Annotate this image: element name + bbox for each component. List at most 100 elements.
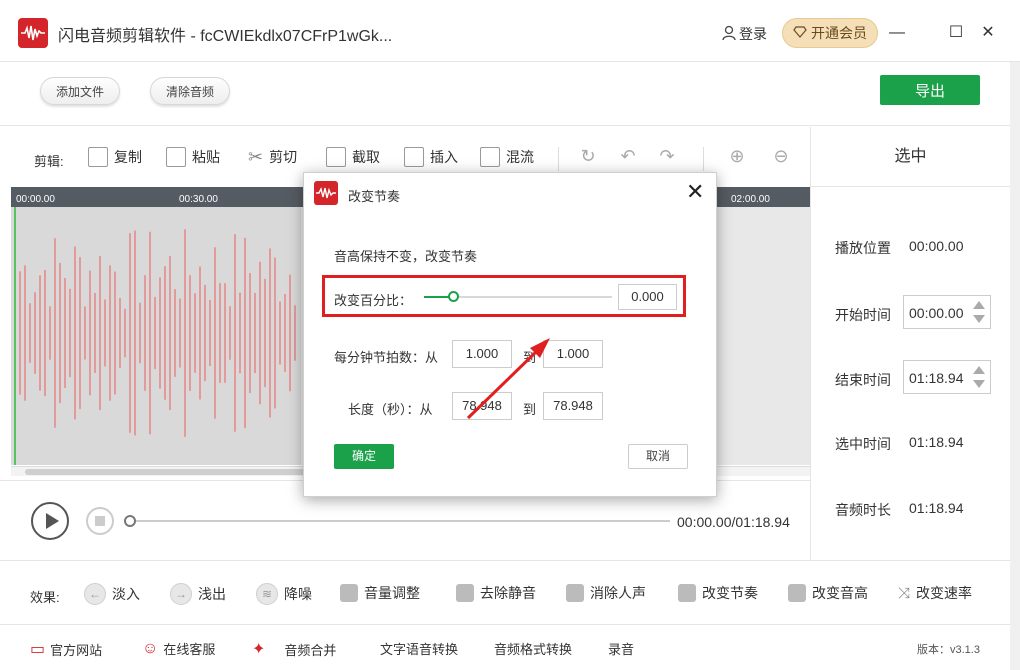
- end-time-stepper[interactable]: 01:18.94: [903, 360, 991, 394]
- redo-icon[interactable]: ↷: [656, 145, 678, 167]
- ok-button[interactable]: 确定: [334, 444, 394, 469]
- minimize-button[interactable]: —: [886, 22, 908, 44]
- stepper-down-icon[interactable]: [973, 315, 985, 323]
- percent-slider-knob[interactable]: [448, 291, 459, 302]
- remove-silence-button[interactable]: 去除静音: [456, 583, 536, 603]
- toolbar-divider: [558, 147, 559, 171]
- undo-icon[interactable]: ↶: [617, 145, 639, 167]
- change-pitch-label: 改变音高: [812, 585, 868, 601]
- fade-in-button[interactable]: ← 淡入: [84, 583, 140, 605]
- cancel-button[interactable]: 取消: [628, 444, 688, 469]
- waveform-bar: [274, 257, 276, 409]
- stepper-up-icon[interactable]: [973, 301, 985, 309]
- volume-button[interactable]: 音量调整: [340, 583, 420, 603]
- end-time-label: 结束时间: [835, 372, 891, 388]
- audio-merge-label: 音频合并: [284, 642, 337, 658]
- remove-vocals-button[interactable]: 消除人声: [566, 583, 646, 603]
- format-convert-label: 音频格式转换: [494, 642, 573, 657]
- clear-audio-button[interactable]: 清除音频: [150, 77, 230, 105]
- window-scrollbar[interactable]: [1010, 62, 1020, 670]
- play-position-value: 00:00.00: [909, 238, 964, 254]
- text-to-speech-link[interactable]: 文字语音转换: [380, 639, 458, 658]
- export-button[interactable]: 导出: [880, 75, 980, 105]
- fade-out-button[interactable]: → 浅出: [170, 583, 226, 605]
- close-button[interactable]: ✕: [977, 22, 999, 44]
- main-toolbar: 添加文件 清除音频 导出: [0, 62, 1010, 126]
- crop-label: 截取: [352, 149, 380, 165]
- app-logo-icon: [18, 18, 48, 48]
- stepper-down-icon[interactable]: [973, 380, 985, 388]
- duration-value: 01:18.94: [909, 500, 964, 516]
- audio-merge-link[interactable]: ✦ 音频合并: [252, 639, 336, 659]
- bpm-from-input[interactable]: 1.000: [452, 340, 512, 368]
- waveform-scroll-thumb[interactable]: [25, 469, 315, 475]
- dialog-header: 改变节奏 ✕: [304, 173, 716, 213]
- change-tempo-label: 改变节奏: [702, 585, 758, 601]
- change-speed-button[interactable]: ⤨ 改变速率: [898, 583, 972, 603]
- waveform-bar: [194, 293, 196, 373]
- stepper-up-icon[interactable]: [973, 366, 985, 374]
- edit-label: 剪辑:: [34, 154, 64, 169]
- mix-label: 混流: [506, 149, 534, 165]
- waveform-bar: [54, 238, 56, 428]
- waveform-bar: [89, 270, 91, 396]
- remove-silence-label: 去除静音: [480, 585, 536, 601]
- progress-knob[interactable]: [124, 515, 136, 527]
- waveform-bar: [84, 306, 86, 360]
- window-title: 闪电音频剪辑软件 - fcCWIEkdlx07CFrP1wGk...: [58, 28, 393, 45]
- copy-button[interactable]: 复制: [88, 143, 142, 171]
- cut-button[interactable]: ✂ 剪切: [248, 143, 297, 171]
- insert-button[interactable]: 插入: [404, 143, 458, 171]
- mix-button[interactable]: 混流: [480, 143, 534, 171]
- official-site-link[interactable]: ▭ 官方网站: [30, 639, 102, 659]
- waveform-bar: [74, 246, 76, 420]
- equalizer-icon: [678, 584, 696, 602]
- length-to-input[interactable]: 78.948: [543, 392, 603, 420]
- waveform-bar: [124, 308, 126, 358]
- playhead-cursor[interactable]: [14, 207, 16, 465]
- length-to-label: 到: [523, 402, 537, 417]
- waveform-bar: [264, 278, 266, 388]
- waveform-bar: [189, 275, 191, 391]
- zoom-out-icon[interactable]: ⊖: [770, 145, 792, 167]
- remove-vocals-label: 消除人声: [590, 585, 646, 601]
- waveform-bar: [104, 299, 106, 367]
- login-label: 登录: [739, 26, 767, 42]
- start-time-stepper[interactable]: 00:00.00: [903, 295, 991, 329]
- close-icon[interactable]: ✕: [686, 179, 704, 205]
- waveform-bar: [184, 229, 186, 437]
- vip-button[interactable]: 开通会员: [782, 18, 878, 48]
- length-from-input[interactable]: 78.948: [452, 392, 512, 420]
- loop-icon[interactable]: ↻: [577, 145, 599, 167]
- end-time-value: 01:18.94: [909, 370, 964, 386]
- waveform-bar: [144, 275, 146, 391]
- waveform-bar: [34, 292, 36, 374]
- progress-track[interactable]: [130, 520, 670, 522]
- toolbar-divider: [703, 147, 704, 171]
- start-time-label: 开始时间: [835, 307, 891, 323]
- maximize-button[interactable]: ☐: [945, 22, 967, 44]
- zoom-in-icon[interactable]: ⊕: [726, 145, 748, 167]
- paste-button[interactable]: 粘贴: [166, 143, 220, 171]
- crop-button[interactable]: 截取: [326, 143, 380, 171]
- paste-label: 粘贴: [192, 149, 220, 165]
- online-support-link[interactable]: ☺ 在线客服: [142, 639, 215, 658]
- change-tempo-button[interactable]: 改变节奏: [678, 583, 758, 603]
- waveform-bar: [159, 277, 161, 389]
- login-button[interactable]: 登录: [722, 24, 767, 44]
- fade-out-label: 浅出: [198, 586, 226, 602]
- selected-time-value: 01:18.94: [909, 434, 964, 450]
- denoise-button[interactable]: ≋ 降噪: [256, 583, 312, 605]
- paste-icon: [166, 147, 186, 167]
- bpm-to-input[interactable]: 1.000: [543, 340, 603, 368]
- vip-label: 开通会员: [811, 25, 867, 41]
- stop-button[interactable]: [86, 507, 114, 535]
- people-icon: [566, 584, 584, 602]
- change-pitch-button[interactable]: 改变音高: [788, 583, 868, 603]
- waveform-bar: [94, 293, 96, 373]
- percent-input[interactable]: 0.000: [618, 284, 677, 310]
- record-link[interactable]: 录音: [608, 639, 634, 658]
- format-convert-link[interactable]: 音频格式转换: [494, 639, 572, 658]
- add-file-button[interactable]: 添加文件: [40, 77, 120, 105]
- play-button[interactable]: [31, 502, 69, 540]
